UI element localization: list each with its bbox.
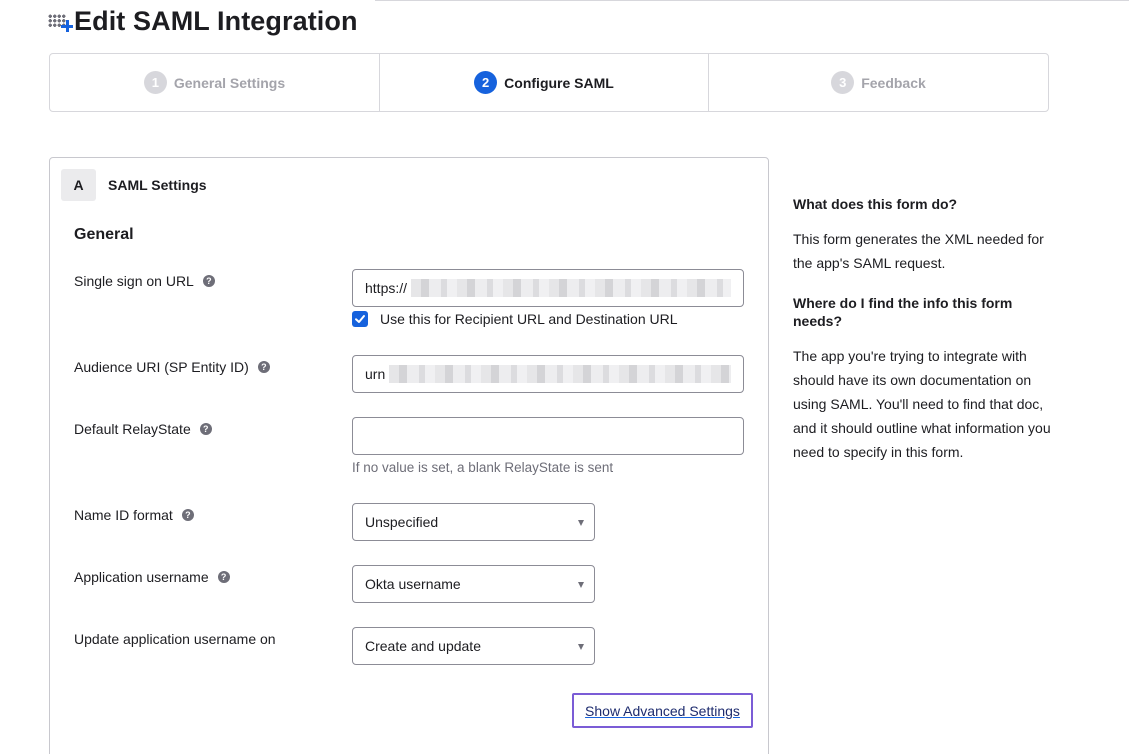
sso-url-label: Single sign on URL ? <box>74 273 215 289</box>
step-feedback[interactable]: 3 Feedback <box>708 54 1048 111</box>
sso-url-label-text: Single sign on URL <box>74 273 194 289</box>
show-advanced-settings-link[interactable]: Show Advanced Settings <box>572 693 753 728</box>
name-id-format-label-text: Name ID format <box>74 507 173 523</box>
show-advanced-settings-text: Show Advanced Settings <box>585 702 740 719</box>
audience-uri-value: urn <box>365 366 386 382</box>
redacted-value <box>389 365 731 383</box>
relay-state-label: Default RelayState ? <box>74 421 212 437</box>
top-divider <box>375 0 1129 1</box>
dropdown-caret-icon <box>578 520 584 526</box>
app-username-label-text: Application username <box>74 569 209 585</box>
help-question-2: Where do I find the info this form needs… <box>793 295 1013 329</box>
recipient-url-checkbox[interactable] <box>352 311 368 327</box>
app-username-select[interactable]: Okta username <box>352 565 595 603</box>
group-title-general: General <box>74 226 134 243</box>
relay-state-input[interactable] <box>352 417 744 455</box>
update-username-label-text: Update application username on <box>74 631 276 647</box>
step-number: 2 <box>474 71 498 94</box>
sso-url-input[interactable]: https:// <box>352 269 744 307</box>
relay-state-label-text: Default RelayState <box>74 421 191 437</box>
step-configure-saml[interactable]: 2 Configure SAML <box>379 54 708 111</box>
audience-uri-label-text: Audience URI (SP Entity ID) <box>74 359 249 375</box>
help-icon[interactable]: ? <box>257 361 270 373</box>
step-number: 3 <box>831 71 855 94</box>
step-general-settings[interactable]: 1 General Settings <box>50 54 379 111</box>
step-label: Feedback <box>861 74 926 91</box>
help-icon[interactable]: ? <box>181 509 194 521</box>
app-username-label: Application username ? <box>74 569 230 585</box>
help-icon[interactable]: ? <box>217 571 230 583</box>
saml-settings-card: A SAML Settings General Single sign on U… <box>49 157 769 754</box>
app-username-value: Okta username <box>365 576 461 592</box>
dropdown-caret-icon <box>578 644 584 650</box>
help-answer-2: The app you're trying to integrate with … <box>793 348 1051 460</box>
update-username-select[interactable]: Create and update <box>352 627 595 665</box>
audience-uri-label: Audience URI (SP Entity ID) ? <box>74 359 270 375</box>
dropdown-caret-icon <box>578 582 584 588</box>
name-id-format-select[interactable]: Unspecified <box>352 503 595 541</box>
help-answer-1: This form generates the XML needed for t… <box>793 231 1044 271</box>
wizard-steps: 1 General Settings 2 Configure SAML 3 Fe… <box>49 53 1049 112</box>
step-number: 1 <box>143 71 167 94</box>
page-title: Edit SAML Integration <box>74 5 358 36</box>
step-label: General Settings <box>173 74 286 91</box>
recipient-url-checkbox-label: Use this for Recipient URL and Destinati… <box>380 311 678 327</box>
update-username-value: Create and update <box>365 638 481 654</box>
step-label: Configure SAML <box>504 74 614 91</box>
recipient-url-checkbox-row[interactable]: Use this for Recipient URL and Destinati… <box>352 311 678 327</box>
add-app-grid-icon <box>48 10 73 34</box>
name-id-format-value: Unspecified <box>365 514 439 530</box>
section-letter-badge: A <box>61 169 96 201</box>
section-title: SAML Settings <box>108 177 207 193</box>
page-header: Edit SAML Integration <box>48 4 358 38</box>
help-icon[interactable]: ? <box>202 275 215 287</box>
sso-url-value: https:// <box>365 280 408 296</box>
redacted-value <box>411 279 731 297</box>
help-sidebar: What does this form do? This form genera… <box>793 195 1053 483</box>
checkmark-icon <box>355 315 365 323</box>
help-question-1: What does this form do? <box>793 196 958 212</box>
update-username-label: Update application username on <box>74 631 276 647</box>
section-header: A SAML Settings <box>61 169 207 201</box>
name-id-format-label: Name ID format ? <box>74 507 194 523</box>
audience-uri-input[interactable]: urn <box>352 355 744 393</box>
relay-state-hint: If no value is set, a blank RelayState i… <box>352 460 614 475</box>
help-icon[interactable]: ? <box>199 423 212 435</box>
